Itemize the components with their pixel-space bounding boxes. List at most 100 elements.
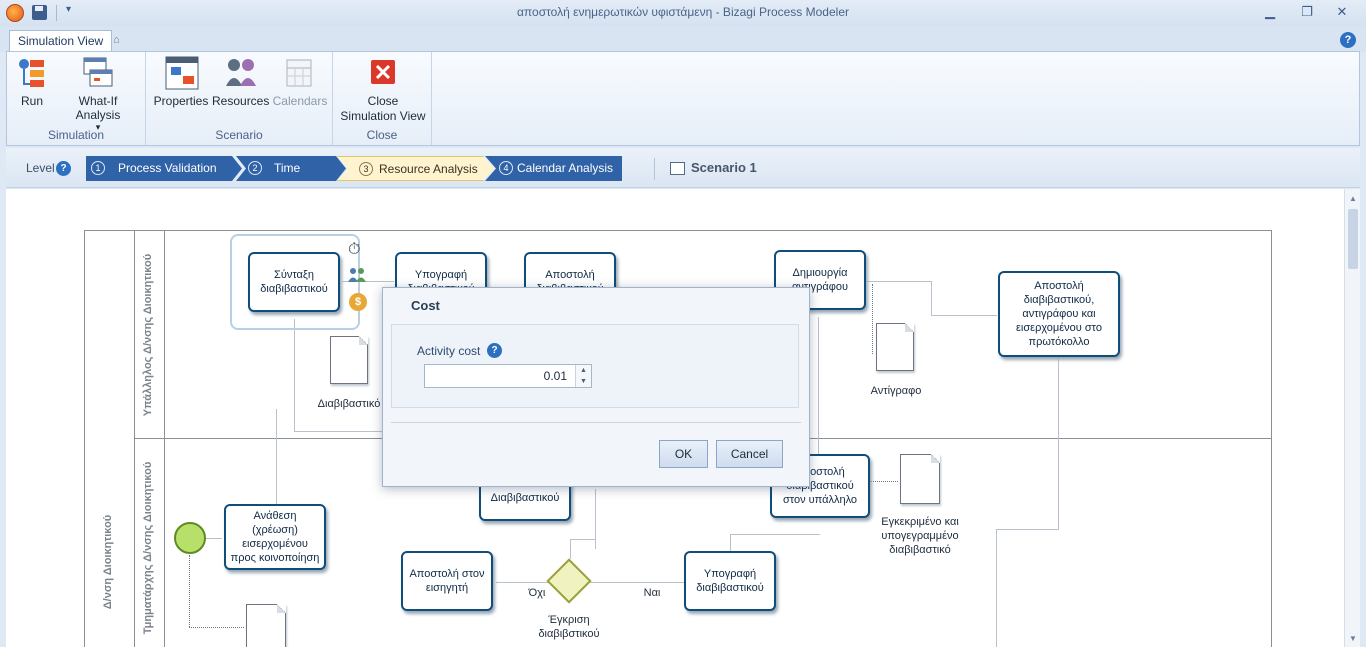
what-if-analysis-button[interactable]: What-If Analysis ▾ — [55, 56, 141, 133]
step-number: 1 — [91, 161, 105, 175]
task-send-to-protocol[interactable]: Αποστολή διαβιβαστικού, αντιγράφου και ε… — [998, 271, 1120, 357]
title-bar: ▾ αποστολή ενημερωτικών υφιστάμενη - Biz… — [0, 0, 1366, 26]
close-window-button[interactable]: ✕ — [1331, 4, 1353, 20]
step-time-analysis[interactable]: 2 Time Analysis — [236, 156, 346, 181]
level-label: Level — [26, 161, 55, 175]
close-group: Close Simulation View Close — [333, 52, 432, 145]
start-event[interactable] — [174, 522, 206, 554]
document-icon[interactable] — [876, 323, 914, 371]
gateway-label: Έγκριση διαβιβστικού — [538, 614, 600, 640]
close-simulation-view-button[interactable]: Close Simulation View — [339, 56, 427, 123]
vertical-scrollbar[interactable]: ▲ ▼ — [1344, 189, 1360, 647]
document-icon[interactable] — [900, 454, 940, 504]
close-sim-label-line2: Simulation View — [340, 109, 426, 123]
task-assign[interactable]: Ανάθεση (χρέωση) εισερχομένου προς κοινο… — [224, 504, 326, 570]
dialog-title: Cost — [411, 298, 440, 313]
ok-button[interactable]: OK — [659, 440, 708, 468]
simulation-group: Run What-If Analysis ▾ Simulation — [7, 52, 146, 145]
properties-label: Properties — [153, 94, 209, 108]
document-icon[interactable] — [246, 604, 286, 647]
step-label: Resource Analysis — [379, 162, 478, 176]
sequence-flow — [595, 489, 596, 549]
cost-icon[interactable]: $ — [349, 293, 367, 311]
resources-button[interactable]: Resources — [212, 56, 269, 108]
dialog-divider — [391, 422, 801, 423]
sequence-flow — [294, 319, 295, 431]
step-number: 2 — [248, 161, 262, 175]
properties-button[interactable]: Properties — [152, 56, 210, 108]
document-label: Εγκεκριμένο και υπογεγραμμένο διαβιβαστι… — [881, 516, 959, 556]
resources-icon[interactable] — [348, 267, 366, 283]
activity-cost-stepper[interactable]: ▲ ▼ — [424, 364, 592, 388]
run-label: Run — [20, 94, 43, 108]
ribbon-tab-strip: Simulation View ⌂ — [0, 26, 1366, 52]
calendars-button[interactable]: Calendars — [270, 56, 330, 108]
help-icon[interactable]: ? — [1340, 32, 1356, 48]
close-group-label: Close — [366, 128, 398, 142]
scenario-icon — [670, 162, 685, 175]
document-icon[interactable] — [330, 336, 368, 384]
resources-icon — [224, 56, 256, 90]
task-compose[interactable]: Σύνταξη διαβιβαστικού — [248, 252, 340, 312]
sequence-flow — [996, 529, 1059, 530]
level-bar: Level ? 1 Process Validation 2 Time Anal… — [6, 148, 1360, 188]
step-resource-analysis[interactable]: 3 Resource Analysis — [337, 156, 494, 181]
run-icon — [16, 56, 48, 90]
run-button[interactable]: Run — [13, 56, 51, 108]
cancel-button[interactable]: Cancel — [716, 440, 783, 468]
scroll-down-icon[interactable]: ▼ — [1349, 634, 1357, 643]
calendar-icon — [284, 56, 316, 90]
simulation-group-label: Simulation — [47, 128, 105, 142]
sequence-flow — [276, 409, 277, 504]
sequence-flow — [730, 534, 731, 552]
lane-title-employee: Υπάλληλος Δ/νσης Διοικητικού — [142, 253, 154, 417]
properties-icon — [165, 56, 199, 90]
scroll-up-icon[interactable]: ▲ — [1349, 194, 1357, 203]
sequence-flow — [1058, 359, 1059, 529]
sequence-flow — [931, 281, 932, 315]
gateway-yes-label: Ναι — [643, 587, 661, 599]
association-line — [189, 627, 244, 628]
sequence-flow — [996, 529, 997, 647]
pool-title: Δ/νση Διοικητικού — [102, 514, 114, 610]
stepper-down-icon[interactable]: ▼ — [576, 376, 591, 387]
cost-dialog: Cost Activity cost ? ▲ ▼ OK Cancel — [382, 287, 810, 487]
activity-cost-label: Activity cost — [417, 344, 481, 358]
step-process-validation[interactable]: 1 Process Validation — [86, 156, 242, 181]
calendars-label: Calendars — [272, 94, 328, 108]
sequence-flow — [931, 315, 997, 316]
gateway-no-label: Όχι — [528, 587, 546, 599]
level-bar-divider — [654, 158, 655, 180]
step-label: Calendar Analysis — [517, 161, 614, 175]
scenario-group-label: Scenario — [215, 128, 263, 142]
scrollbar-thumb[interactable] — [1348, 209, 1358, 269]
task-send-to-rapporteur[interactable]: Αποστολή στον εισηγητή — [401, 551, 493, 611]
sequence-flow — [294, 431, 384, 432]
step-number: 3 — [359, 162, 373, 176]
activity-cost-input[interactable] — [425, 365, 573, 387]
what-if-label: What-If Analysis — [75, 94, 121, 122]
lane-title-head: Τμηματάρχης Δ/νσης Διοικητικού — [142, 461, 154, 635]
window-title: αποστολή ενημερωτικών υφιστάμενη - Bizag… — [516, 5, 849, 19]
association-line — [189, 555, 190, 627]
tab-simulation-view[interactable]: Simulation View — [9, 30, 113, 52]
step-number: 4 — [499, 161, 513, 175]
sequence-flow — [570, 539, 571, 559]
close-icon — [367, 56, 399, 90]
task-sign-2[interactable]: Υπογραφή διαβιβαστικού — [684, 551, 776, 611]
timer-icon[interactable]: ⏱ — [348, 241, 360, 259]
sequence-flow — [570, 539, 595, 540]
stepper-arrows[interactable]: ▲ ▼ — [575, 365, 591, 387]
restore-button[interactable]: ❐ — [1296, 4, 1318, 20]
sequence-flow — [818, 317, 819, 457]
step-label: Process Validation — [118, 161, 217, 175]
scenario-name: Scenario 1 — [691, 160, 757, 175]
activity-cost-help-icon[interactable]: ? — [487, 343, 502, 358]
level-help-icon[interactable]: ? — [56, 161, 71, 176]
stepper-up-icon[interactable]: ▲ — [576, 365, 591, 376]
scenario-group: Properties Resources Calendars Scenario — [146, 52, 333, 145]
document-label: Αντίγραφο — [870, 385, 922, 397]
minimize-button[interactable]: ▁ — [1259, 4, 1281, 20]
ribbon-pin-icon[interactable]: ⌂ — [113, 34, 120, 46]
step-calendar-analysis[interactable]: 4 Calendar Analysis — [485, 156, 622, 181]
